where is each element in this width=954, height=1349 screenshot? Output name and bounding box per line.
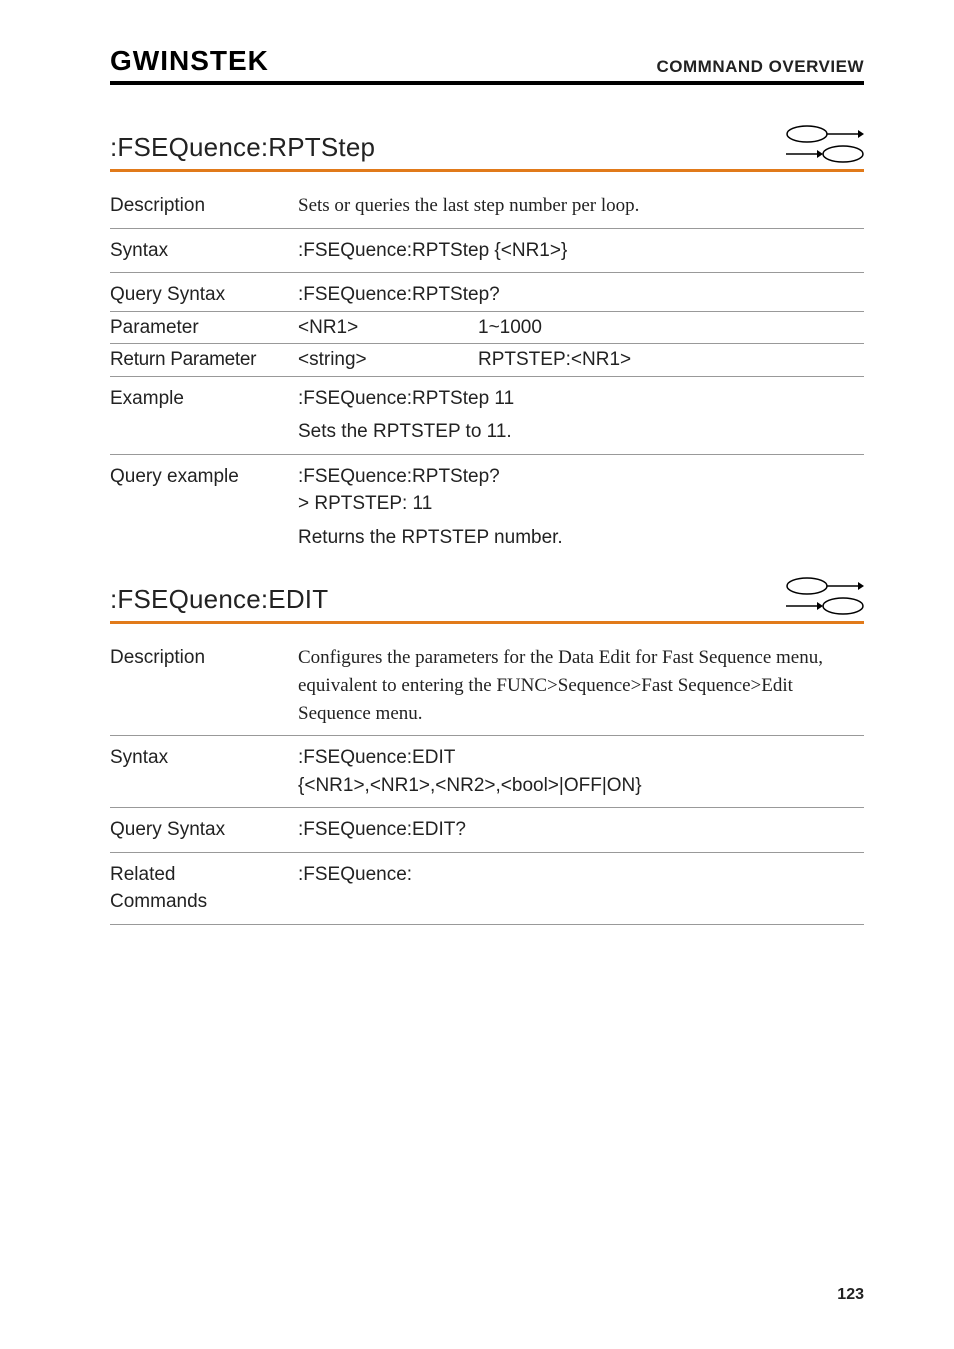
row-value: :FSEQuence:RPTStep? > RPTSTEP: 11 Return… xyxy=(298,463,864,552)
syntax-row: Syntax :FSEQuence:RPTStep {<NR1>} xyxy=(110,229,864,274)
set-query-icon-stack xyxy=(786,125,864,163)
command-title-row: :FSEQuence:RPTStep xyxy=(110,125,864,163)
example-code: :FSEQuence:RPTStep 11 xyxy=(298,385,864,413)
query-syntax-row: Query Syntax :FSEQuence:EDIT? xyxy=(110,808,864,853)
row-label: Related Commands xyxy=(110,861,298,916)
set-icon xyxy=(786,577,864,595)
brand-logo: GWINSTEK xyxy=(110,45,269,77)
page-header: GWINSTEK COMMNAND OVERVIEW xyxy=(110,45,864,77)
example-row: Example :FSEQuence:RPTStep 11 Sets the R… xyxy=(110,377,864,455)
row-value: :FSEQuence:RPTStep 11 Sets the RPTSTEP t… xyxy=(298,385,864,446)
row-label: Query Syntax xyxy=(110,816,298,844)
row-label: Parameter xyxy=(110,314,298,342)
parameter-row: Parameter <NR1> 1~1000 xyxy=(110,312,864,344)
related-commands-row: Related Commands :FSEQuence: xyxy=(110,853,864,925)
query-icon xyxy=(786,145,864,163)
query-syntax-row: Query Syntax :FSEQuence:RPTStep? xyxy=(110,273,864,311)
row-label: Description xyxy=(110,644,298,672)
row-label: Syntax xyxy=(110,237,298,265)
row-label: Return Parameter xyxy=(110,346,298,374)
query-example-row: Query example :FSEQuence:RPTStep? > RPTS… xyxy=(110,455,864,560)
set-icon xyxy=(786,125,864,143)
row-label: Query example xyxy=(110,463,298,491)
row-value: Sets or queries the last step number per… xyxy=(298,192,864,220)
query-example-note: Returns the RPTSTEP number. xyxy=(298,524,864,552)
command-title: :FSEQuence:EDIT xyxy=(110,584,328,615)
section-title: COMMNAND OVERVIEW xyxy=(657,57,864,77)
row-value: Configures the parameters for the Data E… xyxy=(298,644,864,727)
command-title-row: :FSEQuence:EDIT xyxy=(110,577,864,615)
row-value: :FSEQuence:RPTStep {<NR1>} xyxy=(298,237,864,265)
command-divider xyxy=(110,169,864,172)
return-type: <string> xyxy=(298,346,478,374)
return-format: RPTSTEP:<NR1> xyxy=(478,346,864,374)
description-row: Description Configures the parameters fo… xyxy=(110,636,864,736)
row-value: :FSEQuence:EDIT {<NR1>,<NR1>,<NR2>,<bool… xyxy=(298,744,864,799)
row-value: :FSEQuence:EDIT? xyxy=(298,816,864,844)
query-example-code: :FSEQuence:RPTStep? > RPTSTEP: 11 xyxy=(298,463,864,518)
parameter-type: <NR1> xyxy=(298,314,478,342)
row-label: Example xyxy=(110,385,298,413)
example-note: Sets the RPTSTEP to 11. xyxy=(298,418,864,446)
command-title: :FSEQuence:RPTStep xyxy=(110,132,375,163)
description-row: Description Sets or queries the last ste… xyxy=(110,184,864,229)
command-divider xyxy=(110,621,864,624)
row-label: Syntax xyxy=(110,744,298,772)
page-number: 123 xyxy=(837,1286,864,1304)
return-parameter-row: Return Parameter <string> RPTSTEP:<NR1> xyxy=(110,344,864,377)
row-value: :FSEQuence:RPTStep? xyxy=(298,281,864,309)
row-value: :FSEQuence: xyxy=(298,861,864,889)
header-divider xyxy=(110,81,864,85)
set-query-icon-stack xyxy=(786,577,864,615)
syntax-row: Syntax :FSEQuence:EDIT {<NR1>,<NR1>,<NR2… xyxy=(110,736,864,808)
query-icon xyxy=(786,597,864,615)
row-label: Query Syntax xyxy=(110,281,298,309)
parameter-range: 1~1000 xyxy=(478,314,864,342)
row-label: Description xyxy=(110,192,298,220)
